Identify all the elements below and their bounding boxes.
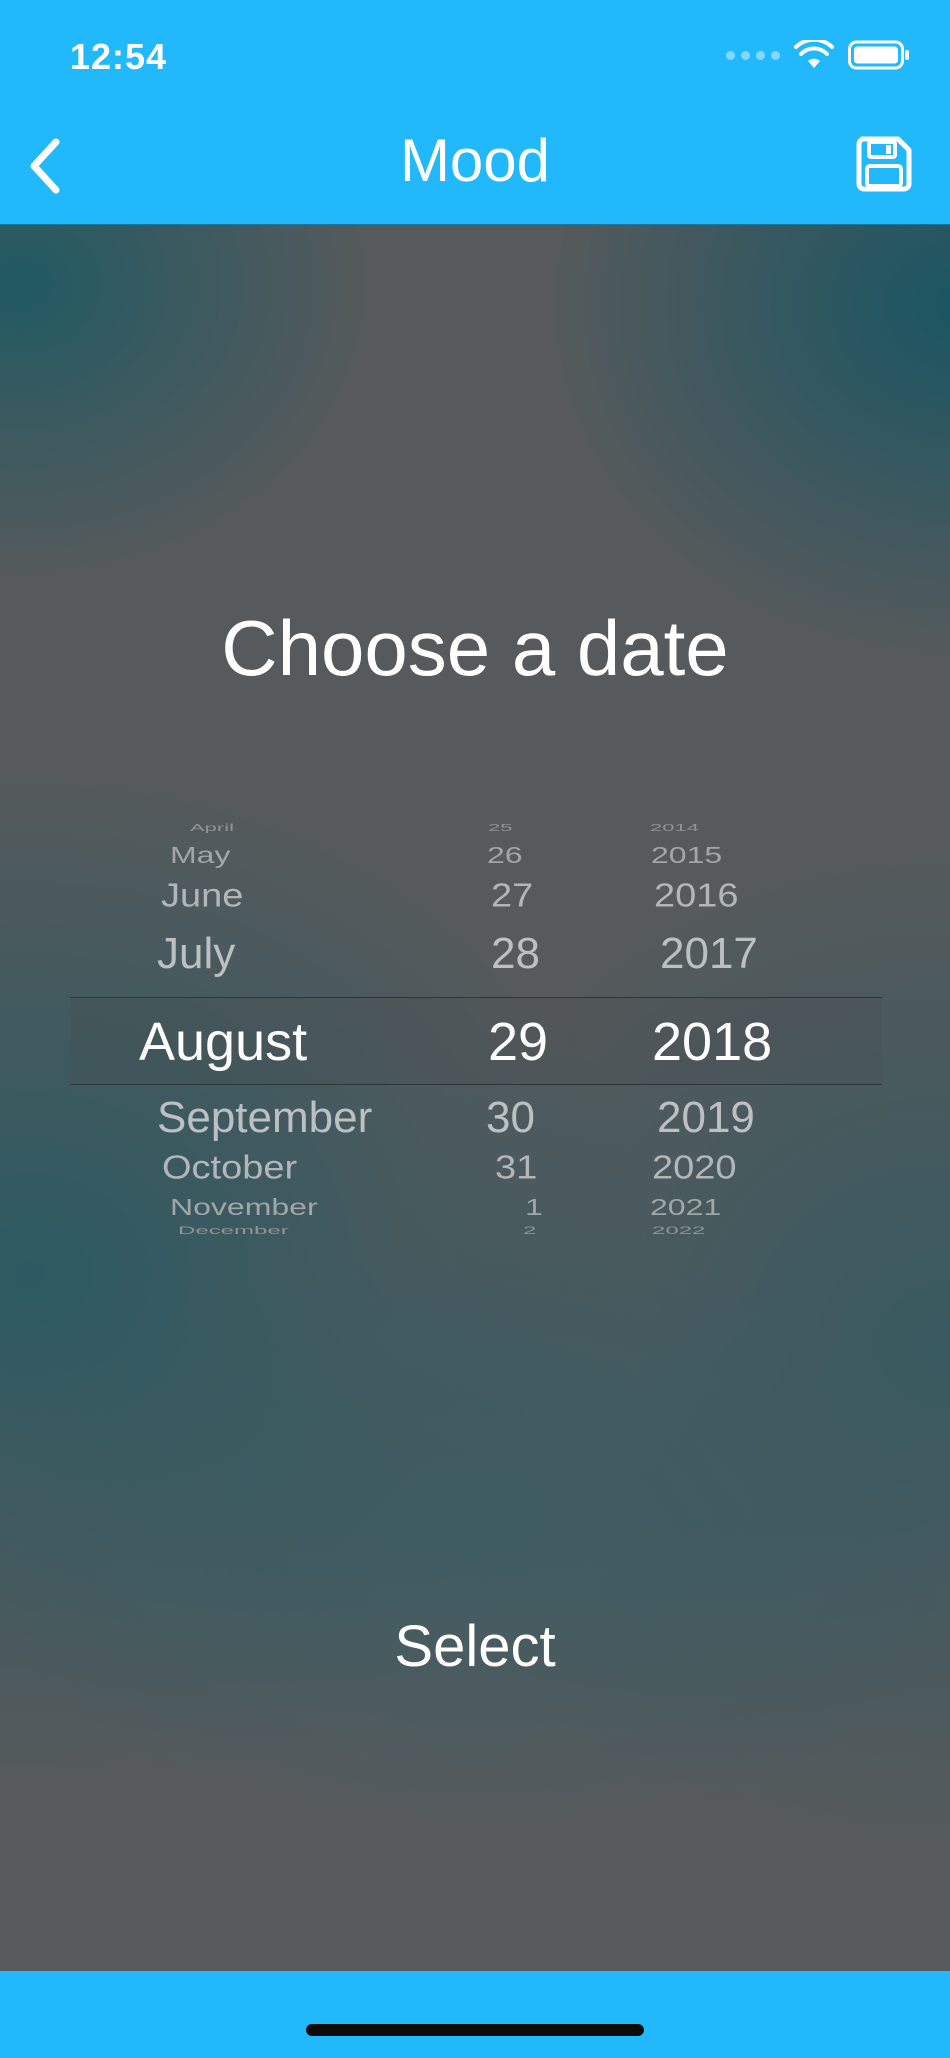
picker-day[interactable]: 30 bbox=[486, 1093, 535, 1143]
picker-year[interactable]: 2016 bbox=[654, 878, 739, 916]
picker-month[interactable]: November bbox=[170, 1194, 318, 1221]
picker-year[interactable]: 2020 bbox=[652, 1150, 737, 1188]
select-button[interactable]: Select bbox=[0, 1613, 950, 1680]
picker-day[interactable]: 28 bbox=[491, 929, 540, 979]
picker-year[interactable]: 2015 bbox=[651, 842, 722, 869]
picker-year[interactable]: 2022 bbox=[652, 1225, 705, 1238]
bottom-bar bbox=[0, 1971, 950, 2058]
picker-day[interactable]: 27 bbox=[491, 878, 533, 916]
picker-year[interactable]: 2017 bbox=[660, 929, 758, 979]
picker-month[interactable]: September bbox=[157, 1093, 372, 1143]
picker-year[interactable]: 2019 bbox=[657, 1093, 755, 1143]
home-indicator[interactable] bbox=[306, 2024, 644, 2036]
picker-month[interactable]: April bbox=[190, 822, 234, 834]
picker-month[interactable]: December bbox=[178, 1225, 289, 1238]
picker-month[interactable]: July bbox=[157, 929, 235, 979]
picker-year-selected[interactable]: 2018 bbox=[652, 1011, 772, 1073]
status-time: 12:54 bbox=[70, 36, 168, 77]
choose-date-heading: Choose a date bbox=[221, 604, 729, 692]
picker-day[interactable]: 25 bbox=[488, 822, 512, 834]
floppy-disk-icon bbox=[856, 136, 912, 192]
main-content: Choose a date April May June July August… bbox=[0, 225, 950, 1971]
picker-month[interactable]: May bbox=[170, 842, 230, 869]
picker-day[interactable]: 2 bbox=[523, 1225, 536, 1238]
picker-month-selected[interactable]: August bbox=[139, 1011, 307, 1073]
date-picker[interactable]: April May June July August September Oct… bbox=[70, 795, 882, 1255]
picker-day-selected[interactable]: 29 bbox=[488, 1011, 548, 1073]
picker-year[interactable]: 2014 bbox=[650, 822, 699, 834]
battery-icon bbox=[848, 40, 909, 70]
picker-day[interactable]: 1 bbox=[525, 1194, 543, 1221]
save-button[interactable] bbox=[856, 136, 920, 200]
page-title: Mood bbox=[399, 127, 551, 194]
wifi-icon bbox=[794, 40, 834, 68]
picker-month[interactable]: June bbox=[161, 878, 243, 916]
nav-bar: Mood bbox=[0, 110, 950, 225]
picker-day[interactable]: 26 bbox=[487, 842, 523, 869]
cellular-signal-icon bbox=[726, 50, 780, 60]
picker-month[interactable]: October bbox=[162, 1150, 297, 1188]
status-indicators bbox=[726, 40, 910, 70]
picker-day[interactable]: 31 bbox=[495, 1150, 537, 1188]
picker-year[interactable]: 2021 bbox=[650, 1194, 721, 1221]
status-bar: 12:54 bbox=[0, 0, 950, 110]
